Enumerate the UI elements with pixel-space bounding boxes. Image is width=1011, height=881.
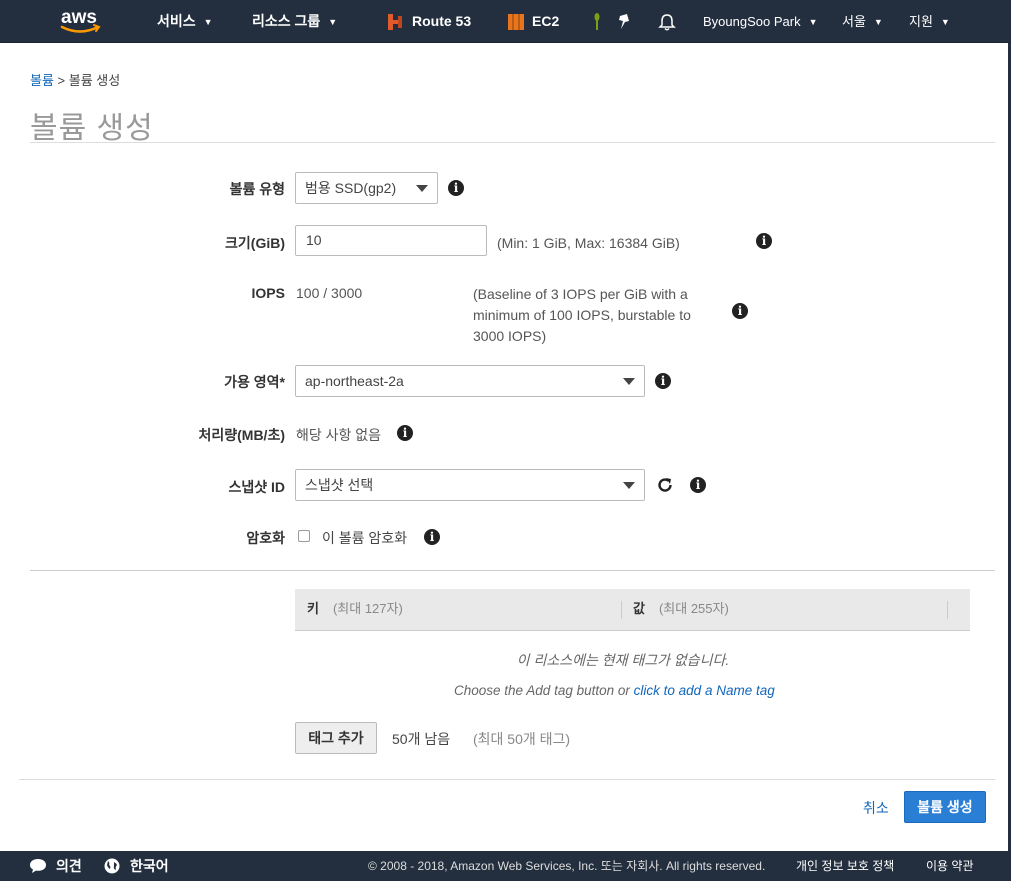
volume-type-value: 범용 SSD(gp2)	[305, 180, 397, 196]
support-menu[interactable]: 지원 ▼	[909, 0, 950, 43]
tags-remaining: 50개 남음	[392, 731, 451, 747]
create-volume-page: 볼륨 > 볼륨 생성 볼륨 생성 볼륨 유형 범용 SSD(gp2) i 크기(…	[0, 43, 1011, 851]
services-menu-label: 서비스	[157, 13, 196, 29]
region-menu-label: 서울	[842, 14, 866, 29]
actions-divider	[19, 779, 995, 780]
info-icon[interactable]: i	[756, 233, 772, 249]
breadcrumb-current: 볼륨 생성	[68, 73, 121, 88]
add-name-tag-link[interactable]: click to add a Name tag	[634, 683, 775, 698]
refresh-icon[interactable]	[656, 476, 674, 494]
create-volume-button[interactable]: 볼륨 생성	[904, 791, 986, 823]
route53-icon	[388, 14, 402, 30]
tag-value-column: 값 (최대 255자)	[633, 589, 729, 631]
size-input[interactable]: 10	[295, 225, 487, 256]
info-icon[interactable]: i	[655, 373, 671, 389]
plant-icon[interactable]	[592, 12, 602, 32]
section-divider	[30, 570, 995, 571]
page-title: 볼륨 생성	[30, 112, 154, 145]
chevron-down-icon: ▼	[940, 17, 950, 28]
chevron-down-icon: ▼	[873, 17, 883, 28]
chevron-down-icon: ▼	[808, 17, 818, 28]
tag-value-header: 값	[633, 601, 645, 616]
breadcrumb-volumes-link[interactable]: 볼륨	[30, 73, 54, 88]
pin-icon[interactable]	[616, 12, 632, 32]
ec2-icon	[508, 14, 524, 30]
availability-zone-label: 가용 영역*	[224, 374, 285, 390]
tag-key-hint: (최대 127자)	[332, 601, 403, 616]
availability-zone-select[interactable]: ap-northeast-2a	[295, 365, 645, 397]
throughput-value: 해당 사항 없음	[296, 427, 382, 443]
volume-type-label: 볼륨 유형	[229, 181, 285, 197]
top-navigation-bar: aws 서비스 ▼ 리소스 그룹 ▼ Route 53 EC2 ByoungSoo …	[0, 0, 1011, 43]
iops-hint-line: (Baseline of 3 IOPS per GiB with a	[473, 286, 688, 302]
column-separator	[621, 601, 622, 619]
snapshot-id-placeholder: 스냅샷 선택	[305, 477, 374, 493]
terms-link[interactable]: 이용 약관	[926, 851, 974, 881]
dropdown-arrow-icon	[623, 378, 635, 385]
encrypt-volume-checkbox[interactable]	[298, 530, 310, 542]
iops-value: 100 / 3000	[296, 285, 363, 301]
iops-hint-line: minimum of 100 IOPS, burstable to	[473, 307, 691, 323]
support-menu-label: 지원	[909, 14, 933, 29]
route53-shortcut[interactable]: Route 53	[412, 0, 471, 43]
dropdown-arrow-icon	[416, 185, 428, 192]
info-icon[interactable]: i	[424, 529, 440, 545]
iops-hint: (Baseline of 3 IOPS per GiB with a minim…	[473, 284, 691, 347]
bell-icon[interactable]	[658, 12, 676, 32]
volume-type-select[interactable]: 범용 SSD(gp2)	[295, 172, 438, 204]
breadcrumb-separator: >	[57, 73, 66, 88]
account-menu-label: ByoungSoo Park	[703, 14, 801, 29]
info-icon[interactable]: i	[397, 425, 413, 441]
resource-groups-label: 리소스 그룹	[252, 13, 321, 29]
iops-label: IOPS	[251, 285, 285, 301]
svg-text:aws: aws	[61, 7, 97, 28]
column-separator	[947, 601, 948, 619]
chevron-down-icon: ▼	[328, 16, 338, 27]
tags-table-header: 키 (최대 127자) 값 (최대 255자)	[295, 589, 970, 631]
cancel-button[interactable]: 취소	[863, 798, 889, 818]
chevron-down-icon: ▼	[203, 16, 213, 27]
iops-hint-line: 3000 IOPS)	[473, 328, 547, 344]
region-menu[interactable]: 서울 ▼	[842, 0, 883, 43]
breadcrumb: 볼륨 > 볼륨 생성	[30, 70, 120, 89]
add-tag-instructions: Choose the Add tag button or click to ad…	[454, 683, 775, 698]
account-menu[interactable]: ByoungSoo Park ▼	[703, 0, 818, 43]
no-tags-message: 이 리소스에는 현재 태그가 없습니다.	[516, 652, 730, 668]
info-icon[interactable]: i	[448, 180, 464, 196]
dropdown-arrow-icon	[623, 482, 635, 489]
feedback-link[interactable]: 의견	[56, 851, 82, 881]
snapshot-id-select[interactable]: 스냅샷 선택	[295, 469, 645, 501]
tags-max-note: (최대 50개 태그)	[473, 731, 571, 747]
tag-key-header: 키	[307, 601, 319, 616]
add-tag-instructions-text: Choose the Add tag button or	[454, 683, 630, 698]
info-icon[interactable]: i	[732, 303, 748, 319]
copyright-text: © 2008 - 2018, Amazon Web Services, Inc.…	[368, 859, 766, 873]
encrypt-volume-label: 이 볼륨 암호화	[322, 530, 408, 546]
globe-icon	[104, 858, 120, 874]
ec2-shortcut[interactable]: EC2	[532, 0, 559, 43]
footer: 의견 한국어 © 2008 - 2018, Amazon Web Service…	[0, 851, 1011, 881]
size-hint: (Min: 1 GiB, Max: 16384 GiB)	[497, 235, 680, 251]
language-selector[interactable]: 한국어	[130, 851, 169, 881]
feedback-icon	[30, 859, 46, 873]
add-tag-button[interactable]: 태그 추가	[295, 722, 377, 754]
encryption-label: 암호화	[246, 530, 285, 546]
snapshot-id-label: 스냅샷 ID	[228, 479, 285, 495]
size-label: 크기(GiB)	[225, 235, 285, 251]
throughput-label: 처리량(MB/초)	[198, 427, 285, 443]
services-menu[interactable]: 서비스 ▼	[157, 0, 213, 43]
info-icon[interactable]: i	[690, 477, 706, 493]
tag-value-hint: (최대 255자)	[658, 601, 729, 616]
tag-key-column: 키 (최대 127자)	[307, 589, 403, 631]
privacy-policy-link[interactable]: 개인 정보 보호 정책	[796, 851, 894, 881]
resource-groups-menu[interactable]: 리소스 그룹 ▼	[252, 0, 337, 43]
title-divider	[30, 142, 995, 143]
availability-zone-value: ap-northeast-2a	[305, 373, 404, 389]
aws-logo[interactable]: aws	[58, 6, 106, 36]
